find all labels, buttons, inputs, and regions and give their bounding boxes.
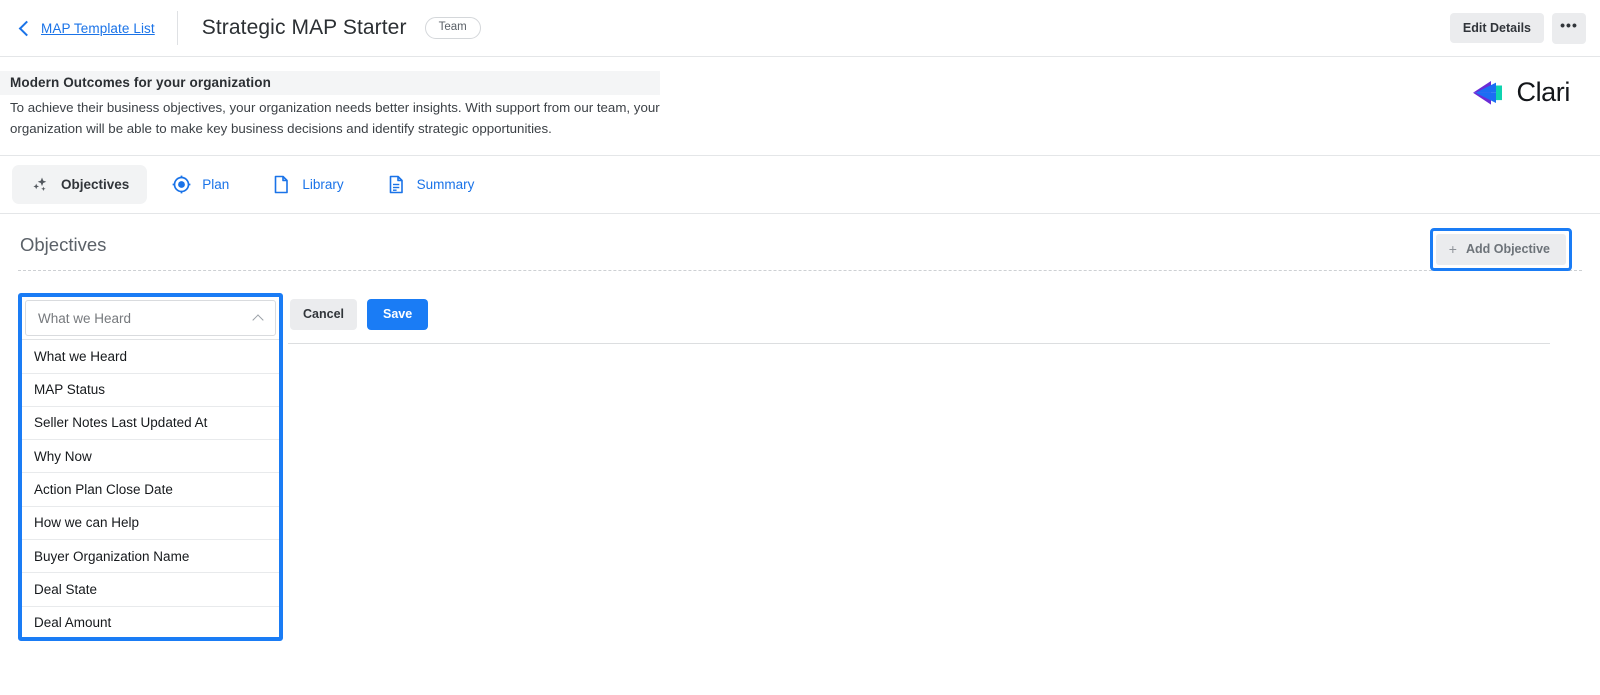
plus-icon: +	[1448, 241, 1457, 258]
option-deal-state[interactable]: Deal State	[22, 573, 279, 607]
option-buyer-organization-name[interactable]: Buyer Organization Name	[22, 540, 279, 574]
tab-objectives-label: Objectives	[61, 177, 130, 193]
clari-wordmark: Clari	[1516, 77, 1570, 107]
description-heading: Modern Outcomes for your organization	[0, 71, 660, 95]
tab-plan-label: Plan	[202, 177, 230, 193]
tab-plan[interactable]: Plan	[153, 165, 247, 204]
tab-bar: Objectives Plan Library Summary	[0, 156, 1600, 215]
objectives-body: What we Heard What we Heard MAP Status S…	[0, 271, 1600, 691]
add-objective-highlight: + Add Objective	[1429, 228, 1572, 272]
back-to-map-template-list[interactable]: MAP Template List	[18, 20, 155, 36]
save-button[interactable]: Save	[367, 299, 429, 331]
page-title: Strategic MAP Starter	[201, 16, 407, 39]
option-deal-amount[interactable]: Deal Amount	[22, 606, 279, 638]
option-map-status[interactable]: MAP Status	[22, 373, 279, 407]
objectives-header: Objectives + Add Objective	[0, 214, 1600, 272]
sparkles-icon	[30, 174, 51, 195]
tab-summary-label: Summary	[416, 177, 475, 193]
description-body: To achieve their business objectives, yo…	[10, 100, 660, 136]
tab-objectives[interactable]: Objectives	[12, 165, 148, 205]
objective-row-divider	[288, 343, 1550, 345]
more-options-button[interactable]: •••	[1552, 12, 1586, 44]
add-objective-label: Add Objective	[1465, 242, 1550, 257]
add-objective-button[interactable]: + Add Objective	[1435, 234, 1566, 266]
option-how-we-can-help[interactable]: How we can Help	[22, 506, 279, 540]
field-select-value: What we Heard	[38, 310, 132, 326]
edit-details-button[interactable]: Edit Details	[1449, 13, 1544, 43]
document-icon	[271, 174, 292, 195]
description-section: Modern Outcomes for your organization To…	[0, 57, 1600, 157]
top-bar-actions: Edit Details •••	[1449, 12, 1586, 44]
tab-library-label: Library	[302, 177, 344, 193]
top-bar: MAP Template List Strategic MAP Starter …	[0, 0, 1600, 57]
field-select-control[interactable]: What we Heard	[25, 300, 276, 337]
option-action-plan-close-date[interactable]: Action Plan Close Date	[22, 473, 279, 507]
option-what-we-heard[interactable]: What we Heard	[22, 340, 279, 374]
header-divider	[176, 11, 178, 45]
objectives-section-title: Objectives	[20, 234, 107, 256]
tab-summary[interactable]: Summary	[368, 165, 493, 204]
clari-arrow-mark-icon	[1473, 80, 1503, 105]
form-actions: Cancel Save	[290, 299, 429, 331]
cancel-button[interactable]: Cancel	[290, 299, 357, 331]
field-select-options: What we Heard MAP Status Seller Notes La…	[22, 339, 279, 638]
document-lines-icon	[386, 174, 407, 195]
option-seller-notes-last-updated-at[interactable]: Seller Notes Last Updated At	[22, 406, 279, 441]
option-why-now[interactable]: Why Now	[22, 440, 279, 474]
chevron-left-icon	[18, 20, 35, 36]
clari-logo: Clari	[1463, 77, 1570, 108]
back-link-label: MAP Template List	[41, 20, 155, 36]
tab-library[interactable]: Library	[253, 165, 361, 204]
target-icon	[171, 174, 192, 195]
team-badge: Team	[424, 16, 481, 40]
field-select-highlight: What we Heard What we Heard MAP Status S…	[18, 293, 283, 642]
chevron-up-icon	[252, 314, 264, 326]
